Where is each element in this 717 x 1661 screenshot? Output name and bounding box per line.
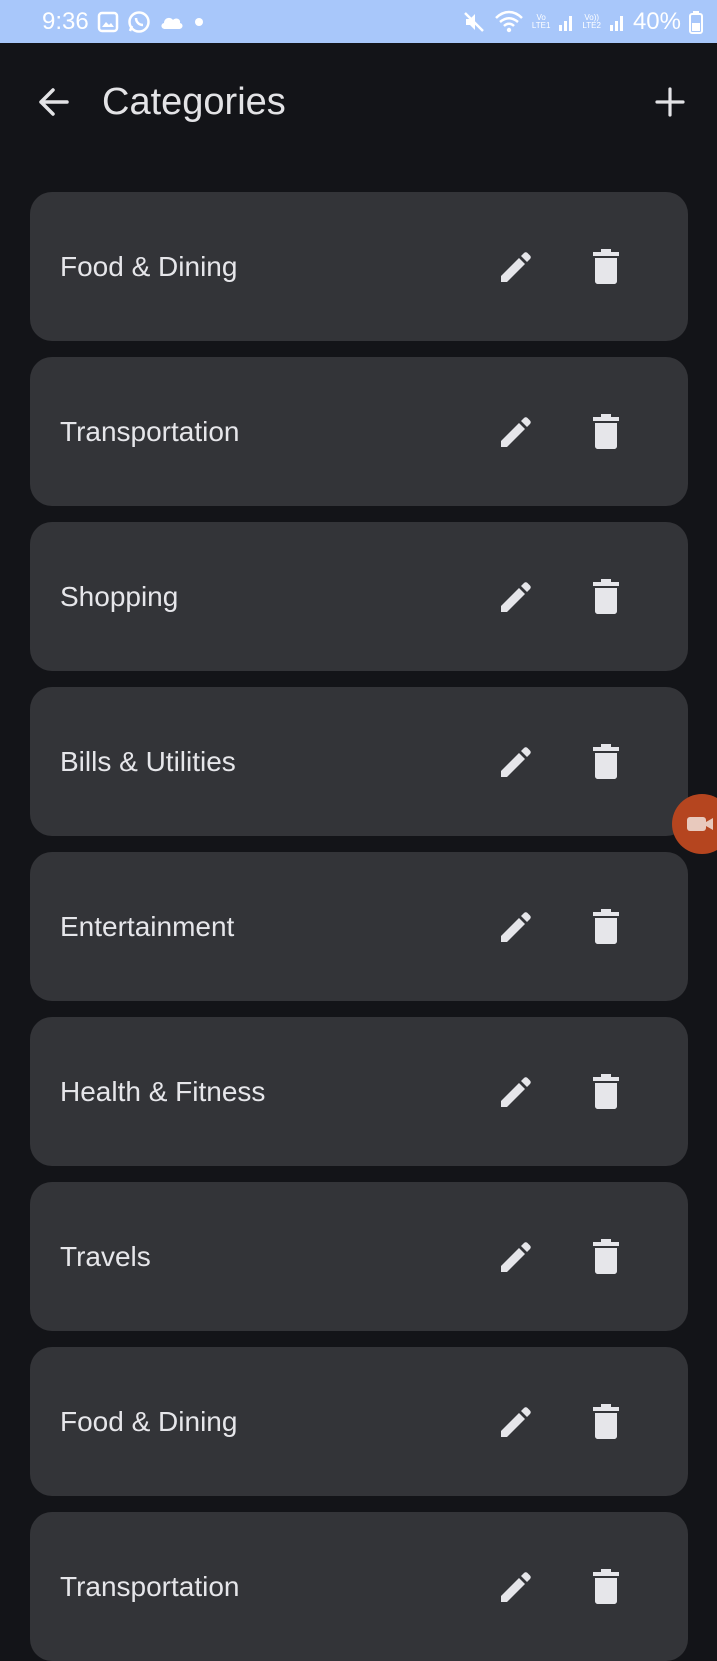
status-right: Vo LTE1 Vo)) LTE2 40% xyxy=(462,8,703,36)
category-name: Bills & Utilities xyxy=(60,745,236,777)
status-bar: 9:36 Vo LTE1 Vo)) LTE2 40% xyxy=(0,0,717,43)
video-camera-icon xyxy=(687,817,713,831)
trash-icon xyxy=(593,248,619,284)
delete-category-button[interactable] xyxy=(582,1233,630,1281)
battery-icon xyxy=(689,10,703,34)
page-title: Categories xyxy=(102,80,286,123)
category-card[interactable]: Entertainment xyxy=(30,852,688,1001)
plus-icon xyxy=(655,87,685,117)
trash-icon xyxy=(593,908,619,944)
delete-category-button[interactable] xyxy=(582,1068,630,1116)
gallery-icon xyxy=(97,11,119,33)
network-label-2: Vo)) LTE2 xyxy=(582,13,601,30)
wifi-icon xyxy=(494,10,524,34)
pencil-icon xyxy=(501,1241,531,1272)
net1-bottom: LTE1 xyxy=(531,20,551,30)
add-category-button[interactable] xyxy=(651,83,689,121)
pencil-icon xyxy=(501,1406,531,1437)
trash-icon xyxy=(593,1403,619,1439)
pencil-icon xyxy=(501,581,531,612)
status-left: 9:36 xyxy=(42,8,205,36)
category-card[interactable]: Health & Fitness xyxy=(30,1017,688,1166)
delete-category-button[interactable] xyxy=(582,1398,630,1446)
trash-icon xyxy=(593,1238,619,1274)
edit-category-button[interactable] xyxy=(492,903,540,951)
category-card[interactable]: Food & Dining xyxy=(30,1347,688,1496)
delete-category-button[interactable] xyxy=(582,903,630,951)
trash-icon xyxy=(593,578,619,614)
network-label-1: Vo LTE1 xyxy=(531,13,551,30)
arrow-left-icon xyxy=(39,88,69,116)
delete-category-button[interactable] xyxy=(582,738,630,786)
battery-percent: 40% xyxy=(632,7,681,35)
edit-category-button[interactable] xyxy=(492,1563,540,1611)
edit-category-button[interactable] xyxy=(492,573,540,621)
edit-category-button[interactable] xyxy=(492,243,540,291)
category-name: Travels xyxy=(60,1240,151,1272)
cloud-icon xyxy=(159,13,185,31)
pencil-icon xyxy=(501,416,531,447)
net2-bottom: LTE2 xyxy=(582,20,601,30)
signal-icon xyxy=(609,12,625,32)
pencil-icon xyxy=(501,1076,531,1107)
category-name: Entertainment xyxy=(60,910,235,942)
mute-icon xyxy=(462,10,486,34)
category-card[interactable]: Transportation xyxy=(30,357,688,506)
edit-category-button[interactable] xyxy=(492,1068,540,1116)
category-card[interactable]: Travels xyxy=(30,1182,688,1331)
category-card[interactable]: Transportation xyxy=(30,1512,688,1661)
trash-icon xyxy=(593,413,619,449)
pencil-icon xyxy=(501,251,531,282)
trash-icon xyxy=(593,1073,619,1109)
edit-category-button[interactable] xyxy=(492,1233,540,1281)
category-name: Transportation xyxy=(60,415,240,447)
trash-icon xyxy=(593,743,619,779)
category-name: Health & Fitness xyxy=(60,1075,266,1107)
category-card[interactable]: Shopping xyxy=(30,522,688,671)
category-list: Food & Dining Transportation Shopping Bi… xyxy=(30,192,688,1661)
edit-category-button[interactable] xyxy=(492,1398,540,1446)
app-bar: Categories xyxy=(0,43,717,161)
delete-category-button[interactable] xyxy=(582,573,630,621)
category-name: Shopping xyxy=(60,580,179,612)
edit-category-button[interactable] xyxy=(492,408,540,456)
signal-icon xyxy=(558,12,574,32)
category-card[interactable]: Bills & Utilities xyxy=(30,687,688,836)
status-time: 9:36 xyxy=(42,7,89,35)
whatsapp-icon xyxy=(127,10,151,34)
category-name: Food & Dining xyxy=(60,1405,238,1437)
category-name: Transportation xyxy=(60,1570,240,1602)
delete-category-button[interactable] xyxy=(582,243,630,291)
delete-category-button[interactable] xyxy=(582,1563,630,1611)
pencil-icon xyxy=(501,911,531,942)
delete-category-button[interactable] xyxy=(582,408,630,456)
category-card[interactable]: Food & Dining xyxy=(30,192,688,341)
back-button[interactable] xyxy=(34,83,72,121)
dot-icon xyxy=(193,16,205,28)
category-name: Food & Dining xyxy=(60,250,238,282)
pencil-icon xyxy=(501,746,531,777)
edit-category-button[interactable] xyxy=(492,738,540,786)
